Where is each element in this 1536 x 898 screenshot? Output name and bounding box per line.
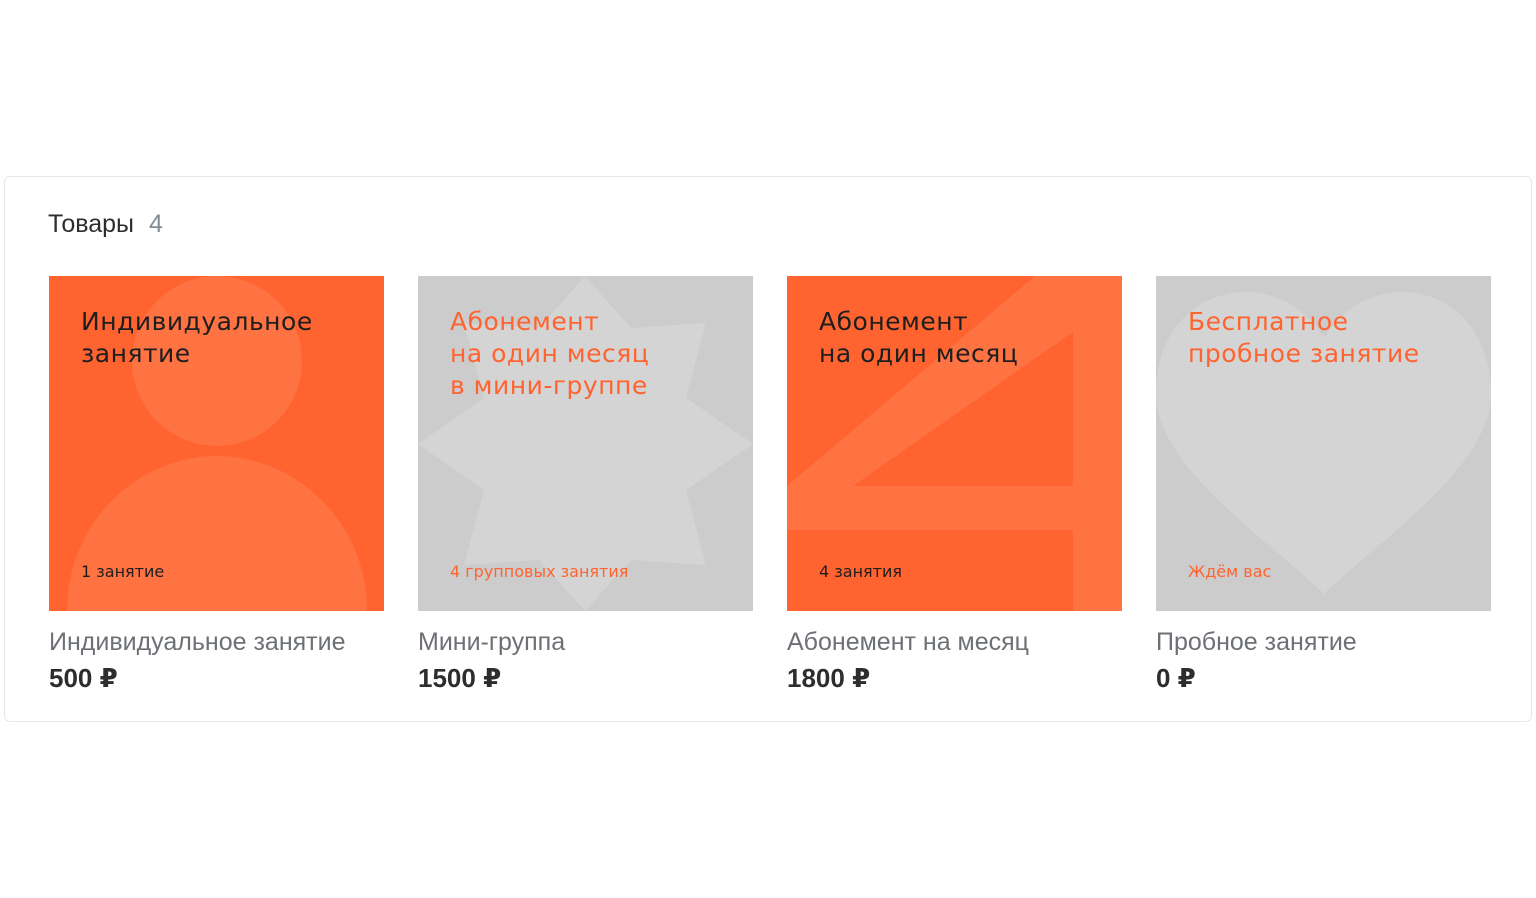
section-title: Товары bbox=[48, 210, 134, 238]
cover-title: Абонемент на один месяц bbox=[819, 307, 1019, 368]
product-price: 1500 ₽ bbox=[418, 663, 502, 693]
product-name[interactable]: Пробное занятие bbox=[1156, 628, 1491, 657]
products-panel: Товары 4 Индивидуальное занятие 1 заняти… bbox=[4, 176, 1532, 722]
product-cover[interactable]: Абонемент на один месяц в мини-группе 4 … bbox=[418, 276, 753, 611]
product-cover[interactable]: Индивидуальное занятие 1 занятие bbox=[49, 276, 384, 611]
cover-title: Индивидуальное занятие bbox=[81, 307, 313, 368]
product-card-mini-group[interactable]: Абонемент на один месяц в мини-группе 4 … bbox=[418, 276, 753, 694]
product-price: 500 ₽ bbox=[49, 663, 118, 693]
product-card-individual[interactable]: Индивидуальное занятие 1 занятие Индивид… bbox=[49, 276, 384, 694]
products-header[interactable]: Товары 4 bbox=[48, 210, 163, 239]
cover-title: Бесплатное пробное занятие bbox=[1188, 307, 1420, 368]
product-cover[interactable]: Бесплатное пробное занятие Ждём вас bbox=[1156, 276, 1491, 611]
product-name[interactable]: Индивидуальное занятие bbox=[49, 628, 384, 657]
cover-caption: Ждём вас bbox=[1188, 562, 1272, 581]
product-list: Индивидуальное занятие 1 занятие Индивид… bbox=[49, 276, 1491, 694]
product-cover[interactable]: Абонемент на один месяц 4 занятия bbox=[787, 276, 1122, 611]
product-card-trial[interactable]: Бесплатное пробное занятие Ждём вас Проб… bbox=[1156, 276, 1491, 694]
cover-caption: 4 групповых занятия bbox=[450, 562, 629, 581]
product-price: 0 ₽ bbox=[1156, 663, 1196, 693]
product-name[interactable]: Абонемент на месяц bbox=[787, 628, 1122, 657]
product-price: 1800 ₽ bbox=[787, 663, 871, 693]
cover-title: Абонемент на один месяц в мини-группе bbox=[450, 307, 650, 400]
cover-caption: 1 занятие bbox=[81, 562, 165, 581]
product-name[interactable]: Мини-группа bbox=[418, 628, 753, 657]
product-card-monthly[interactable]: Абонемент на один месяц 4 занятия Абонем… bbox=[787, 276, 1122, 694]
cover-caption: 4 занятия bbox=[819, 562, 903, 581]
products-count: 4 bbox=[149, 210, 163, 238]
